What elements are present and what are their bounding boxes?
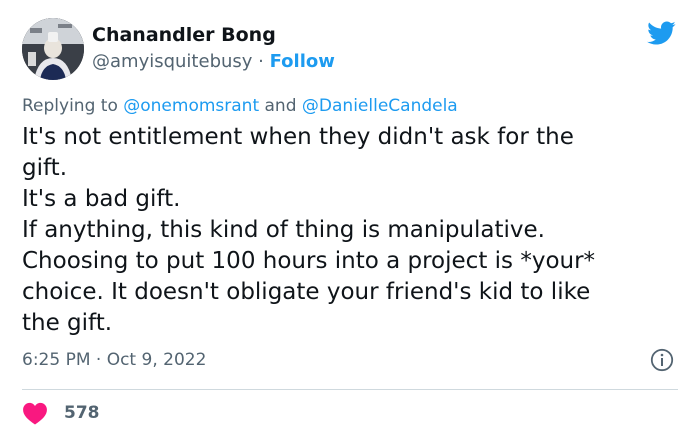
tweet-card: Chanandler Bong @amyisquitebusy · Follow… (0, 0, 700, 441)
follow-button[interactable]: Follow (270, 51, 335, 72)
mention-link-2[interactable]: @DanielleCandela (302, 96, 458, 116)
tweet-timestamp[interactable]: 6:25 PM · Oct 9, 2022 (22, 350, 206, 370)
tweet-text-line: It's a bad gift. (22, 186, 181, 212)
replying-to-line: Replying to @onemomsrant and @DanielleCa… (22, 96, 458, 116)
divider (22, 389, 678, 390)
avatar[interactable] (22, 18, 84, 80)
info-icon[interactable] (650, 348, 674, 372)
tweet-text-line: the gift. (22, 310, 113, 336)
avatar-photo (22, 18, 84, 80)
tweet-text: It's not entitlement when they didn't as… (22, 122, 682, 339)
tweet-text-line: If anything, this kind of thing is manip… (22, 217, 545, 243)
like-row[interactable]: 578 (22, 400, 100, 426)
replying-to-label: Replying to (22, 96, 124, 116)
like-count: 578 (64, 403, 100, 423)
author-name[interactable]: Chanandler Bong (92, 24, 276, 46)
tweet-text-line: choice. It doesn't obligate your friend'… (22, 279, 591, 305)
handle-separator: · (252, 51, 270, 72)
tweet-text-line: Choosing to put 100 hours into a project… (22, 248, 596, 274)
author-handle[interactable]: @amyisquitebusy (92, 51, 252, 72)
replying-to-conjunction: and (259, 96, 302, 116)
author-handle-line: @amyisquitebusy · Follow (92, 51, 335, 72)
tweet-text-line: gift. (22, 155, 68, 181)
heart-icon[interactable] (22, 401, 48, 425)
tweet-text-line: It's not entitlement when they didn't as… (22, 124, 574, 150)
twitter-bird-icon[interactable] (644, 18, 678, 48)
mention-link-1[interactable]: @onemomsrant (123, 96, 259, 116)
